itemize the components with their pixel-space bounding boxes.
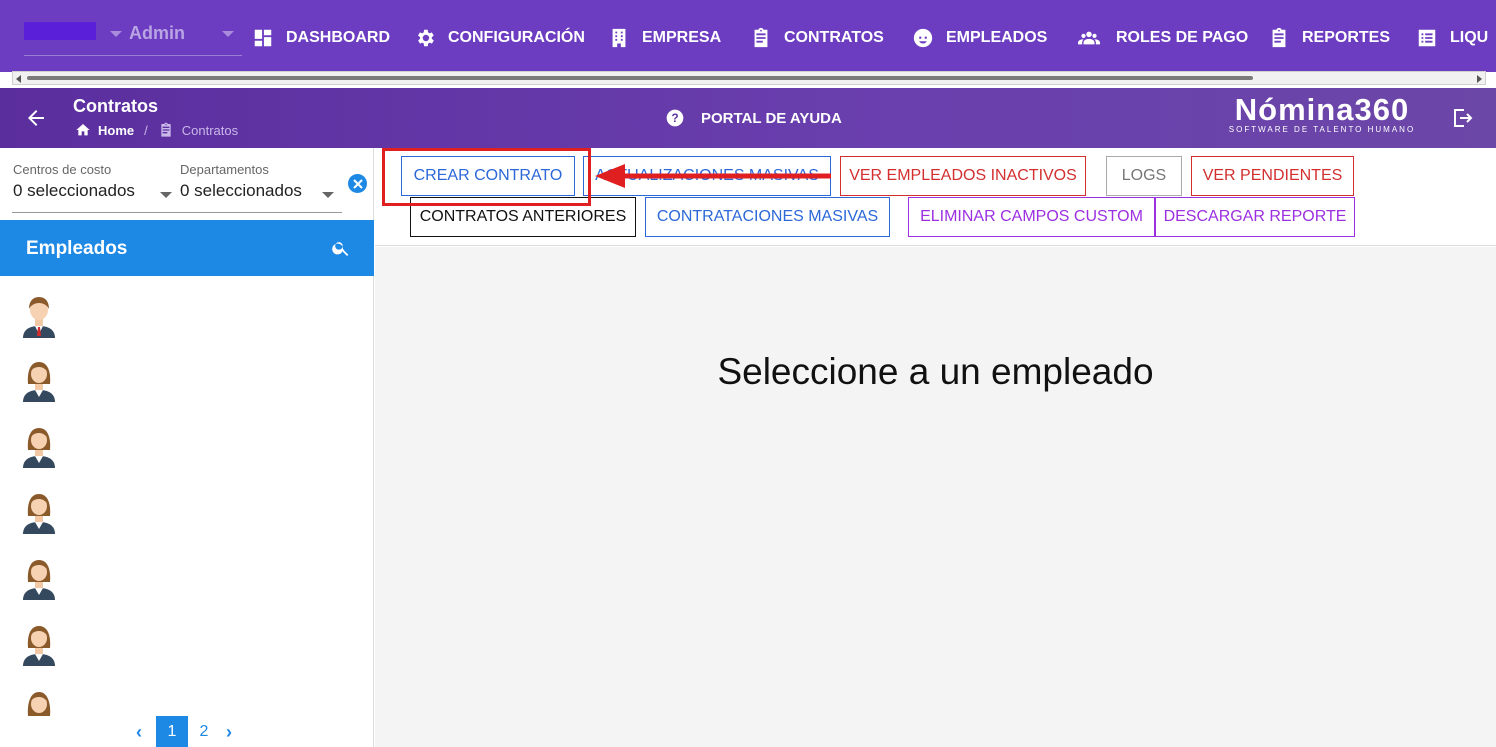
nav-label: CONTRATOS bbox=[784, 29, 884, 46]
download-report-button[interactable]: DESCARGAR REPORTE bbox=[1155, 197, 1355, 237]
nav-label: EMPRESA bbox=[642, 29, 722, 46]
female-avatar-icon[interactable] bbox=[20, 488, 58, 534]
page-1-button[interactable]: 1 bbox=[156, 716, 188, 747]
delete-custom-fields-button[interactable]: ELIMINAR CAMPOS CUSTOM bbox=[908, 197, 1155, 237]
page-title: Contratos bbox=[73, 96, 158, 116]
people-group-icon bbox=[1078, 31, 1100, 45]
cost-center-filter[interactable]: Centros de costo 0 seleccionados bbox=[13, 162, 172, 201]
selector-underline bbox=[24, 55, 242, 56]
nav-label: ROLES DE PAGO bbox=[1116, 29, 1249, 46]
employee-detail-area: Seleccione a un empleado bbox=[375, 247, 1496, 747]
nav-roles-de-pago[interactable]: ROLES DE PAGO bbox=[1074, 26, 1248, 50]
clear-filters-icon[interactable] bbox=[348, 174, 367, 193]
svg-text:?: ? bbox=[671, 112, 678, 125]
chevron-down-icon[interactable] bbox=[322, 192, 334, 198]
next-page-button[interactable]: › bbox=[220, 722, 238, 743]
horizontal-scrollbar[interactable] bbox=[12, 71, 1486, 85]
chevron-down-icon[interactable] bbox=[110, 31, 122, 37]
role-selector[interactable]: Admin bbox=[129, 23, 185, 44]
department-filter[interactable]: Departamentos 0 seleccionados bbox=[180, 162, 334, 201]
face-icon bbox=[913, 28, 933, 48]
empty-state-message: Seleccione a un empleado bbox=[717, 351, 1154, 392]
list-icon bbox=[1418, 29, 1436, 47]
nav-label: CONFIGURACIÓN bbox=[448, 29, 585, 46]
action-toolbar: CREAR CONTRATO ACTUALIZACIONES MASIVAS V… bbox=[375, 148, 1496, 246]
filter-label: Departamentos bbox=[180, 162, 269, 177]
employee-sidebar: Centros de costo 0 seleccionados Departa… bbox=[0, 148, 374, 747]
employees-header: Empleados bbox=[0, 220, 374, 276]
gear-icon bbox=[418, 29, 434, 47]
nav-contratos[interactable]: CONTRATOS bbox=[750, 26, 884, 50]
employees-title: Empleados bbox=[26, 238, 128, 259]
clipboard-icon bbox=[1272, 27, 1286, 48]
back-arrow-icon[interactable] bbox=[24, 106, 48, 130]
female-avatar-icon[interactable] bbox=[20, 554, 58, 600]
page-2-button[interactable]: 2 bbox=[188, 716, 220, 747]
male-avatar-icon[interactable] bbox=[20, 292, 58, 338]
nav-liquidaciones[interactable]: LIQU bbox=[1416, 26, 1488, 50]
mass-hiring-button[interactable]: CONTRATACIONES MASIVAS bbox=[645, 197, 890, 237]
page-header: Contratos Home / Contratos ? PORTAL DE A… bbox=[0, 88, 1496, 148]
highlight-box bbox=[382, 148, 591, 206]
building-icon bbox=[612, 28, 626, 48]
prev-page-button[interactable]: ‹ bbox=[130, 722, 148, 743]
female-avatar-icon[interactable] bbox=[20, 356, 58, 402]
arrow-annotation-icon bbox=[595, 164, 831, 188]
nav-configuracion[interactable]: CONFIGURACIÓN bbox=[414, 26, 585, 50]
brand-tagline: SOFTWARE DE TALENTO HUMANO bbox=[1228, 125, 1416, 134]
breadcrumb: Home / Contratos bbox=[74, 122, 238, 138]
scrollbar-thumb[interactable] bbox=[27, 76, 1253, 80]
female-avatar-icon[interactable] bbox=[20, 422, 58, 468]
filter-value[interactable]: 0 seleccionados bbox=[13, 181, 135, 201]
clipboard-icon bbox=[161, 122, 171, 137]
brand-name: Nómina360 bbox=[1234, 92, 1410, 127]
nav-dashboard[interactable]: DASHBOARD bbox=[252, 26, 390, 50]
nav-label: EMPLEADOS bbox=[946, 29, 1048, 46]
dashboard-icon bbox=[254, 29, 272, 47]
breadcrumb-separator: / bbox=[144, 122, 148, 138]
nav-reportes[interactable]: REPORTES bbox=[1268, 26, 1390, 50]
nav-empleados[interactable]: EMPLEADOS bbox=[912, 26, 1047, 50]
female-avatar-icon[interactable] bbox=[20, 620, 58, 666]
search-icon[interactable] bbox=[331, 238, 351, 258]
home-icon[interactable] bbox=[74, 122, 92, 138]
nav-empresa[interactable]: EMPRESA bbox=[608, 26, 721, 50]
filter-label: Centros de costo bbox=[13, 162, 112, 177]
scroll-right-arrow-icon[interactable] bbox=[1477, 75, 1482, 83]
female-avatar-icon[interactable] bbox=[20, 686, 58, 718]
main-content: CREAR CONTRATO ACTUALIZACIONES MASIVAS V… bbox=[375, 148, 1496, 747]
chevron-down-icon[interactable] bbox=[160, 192, 172, 198]
filter-value[interactable]: 0 seleccionados bbox=[180, 181, 302, 201]
help-label: PORTAL DE AYUDA bbox=[701, 109, 842, 127]
clipboard-icon bbox=[754, 27, 768, 48]
nav-label: LIQU bbox=[1450, 29, 1489, 46]
help-icon: ? bbox=[666, 109, 684, 127]
inactive-employees-button[interactable]: VER EMPLEADOS INACTIVOS bbox=[840, 156, 1086, 196]
chevron-down-icon[interactable] bbox=[222, 31, 234, 37]
scroll-left-arrow-icon[interactable] bbox=[16, 75, 21, 83]
nav-label: REPORTES bbox=[1302, 29, 1391, 46]
logout-icon[interactable] bbox=[1450, 106, 1474, 130]
help-portal-link[interactable]: ? PORTAL DE AYUDA bbox=[665, 108, 842, 128]
pending-button[interactable]: VER PENDIENTES bbox=[1191, 156, 1354, 196]
breadcrumb-current: Contratos bbox=[181, 122, 239, 138]
brand-logo: Nómina360 SOFTWARE DE TALENTO HUMANO bbox=[1222, 92, 1422, 134]
company-selector-redacted[interactable] bbox=[24, 22, 96, 40]
filter-divider bbox=[12, 212, 342, 213]
breadcrumb-home[interactable]: Home bbox=[98, 123, 134, 138]
top-navigation: Admin DASHBOARD CONFIGURACIÓN EMPRESA CO… bbox=[0, 0, 1496, 72]
pagination: ‹ 1 2 › bbox=[130, 716, 238, 747]
logs-button[interactable]: LOGS bbox=[1106, 156, 1182, 196]
nav-label: DASHBOARD bbox=[286, 29, 390, 46]
